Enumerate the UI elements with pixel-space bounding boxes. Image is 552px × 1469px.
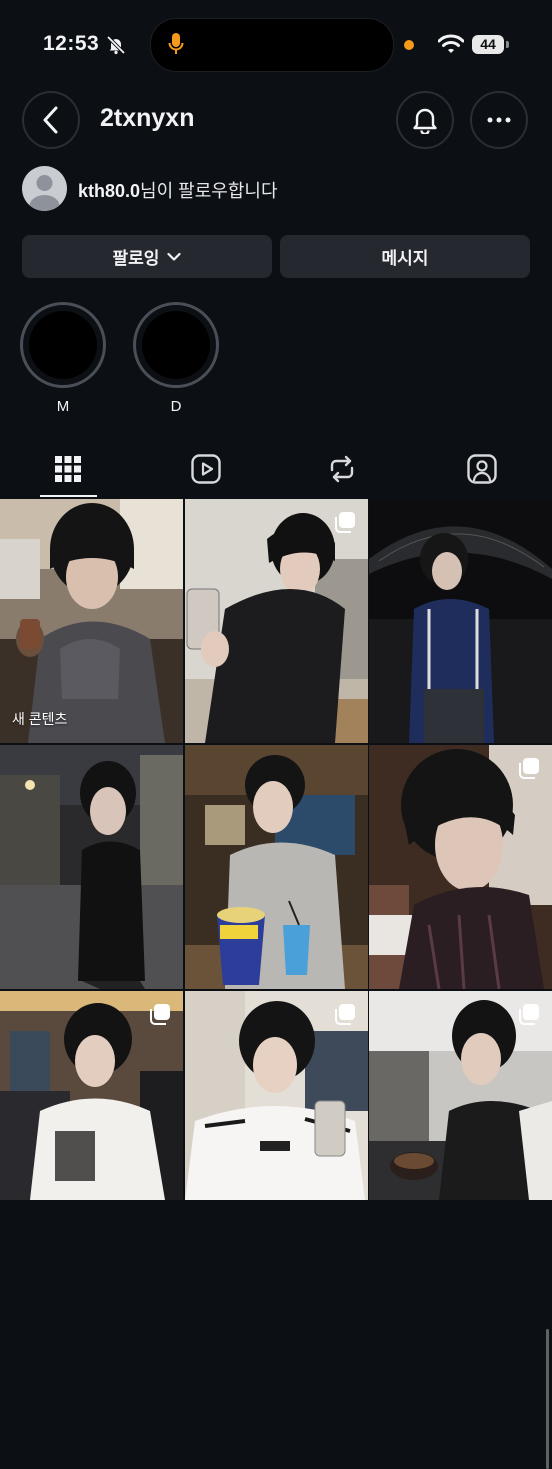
highlight-label: M — [56, 398, 70, 415]
post-6[interactable] — [369, 745, 552, 989]
scrollbar[interactable] — [546, 1329, 549, 1469]
tab-reels[interactable] — [164, 440, 248, 498]
status-bar: 12:53 44 — [0, 0, 552, 90]
clock: 12:53 — [43, 32, 100, 55]
following-label: 팔로잉 — [112, 249, 160, 268]
highlight-cover — [29, 311, 97, 379]
dynamic-island — [150, 18, 394, 72]
multiple-photos-icon — [150, 1004, 170, 1025]
tagged-person-icon — [467, 454, 497, 484]
highlight-label: D — [170, 398, 182, 415]
wifi-icon — [438, 34, 464, 53]
new-content-label: 새 콘텐츠 — [12, 711, 68, 727]
highlight-d[interactable]: D — [131, 302, 221, 415]
post-image — [369, 499, 552, 743]
post-image — [0, 745, 183, 989]
repost-icon — [330, 455, 354, 483]
default-avatar-icon — [29, 175, 60, 211]
post-8[interactable] — [185, 991, 368, 1200]
highlight-cover — [142, 311, 210, 379]
followed-by-suffix: 님이 팔로우합니다 — [140, 181, 278, 201]
highlight-ring — [20, 302, 106, 388]
profile-tabs — [0, 440, 552, 498]
highlight-m[interactable]: M — [18, 302, 108, 415]
following-button[interactable]: 팔로잉 — [22, 235, 272, 278]
chevron-down-icon — [167, 252, 182, 261]
back-button[interactable] — [22, 91, 80, 149]
post-image — [185, 499, 368, 743]
more-options-button[interactable] — [470, 91, 528, 149]
active-tab-indicator — [40, 495, 97, 497]
tab-reposts[interactable] — [300, 440, 384, 498]
message-label: 메시지 — [381, 249, 429, 268]
post-4[interactable] — [0, 745, 183, 989]
post-image — [369, 745, 552, 989]
message-button[interactable]: 메시지 — [280, 235, 530, 278]
post-image — [0, 499, 183, 743]
microphone-icon — [168, 33, 184, 54]
chevron-left-icon — [43, 106, 58, 134]
multiple-photos-icon — [335, 1004, 355, 1025]
post-2[interactable] — [185, 499, 368, 743]
multiple-photos-icon — [335, 512, 355, 533]
multiple-photos-icon — [519, 1004, 539, 1025]
post-image — [185, 745, 368, 989]
battery-level: 44 — [472, 35, 504, 54]
post-3[interactable] — [369, 499, 552, 743]
tab-tagged[interactable] — [440, 440, 524, 498]
privacy-indicator-dot — [404, 40, 414, 50]
battery-tip — [506, 41, 509, 48]
silent-bell-icon — [106, 35, 126, 55]
follower-account[interactable]: kth80.0 — [78, 181, 140, 201]
post-9[interactable] — [369, 991, 552, 1200]
reels-play-icon — [191, 454, 221, 484]
grid-icon — [55, 456, 81, 482]
profile-username: 2txnyxn — [100, 104, 195, 132]
notifications-button[interactable] — [396, 91, 454, 149]
multiple-photos-icon — [519, 758, 539, 779]
bell-icon — [413, 108, 437, 134]
post-1[interactable]: 새 콘텐츠 — [0, 499, 183, 743]
highlight-ring — [133, 302, 219, 388]
post-7[interactable] — [0, 991, 183, 1200]
post-5[interactable] — [185, 745, 368, 989]
followed-by-text: kth80.0님이 팔로우합니다 — [78, 177, 278, 203]
posts-grid: 새 콘텐츠 — [0, 499, 552, 1469]
followed-by-row[interactable]: kth80.0님이 팔로우합니다 — [22, 166, 522, 212]
avatar[interactable] — [22, 166, 67, 211]
tab-posts[interactable] — [26, 440, 110, 498]
more-dots-icon — [487, 117, 511, 123]
